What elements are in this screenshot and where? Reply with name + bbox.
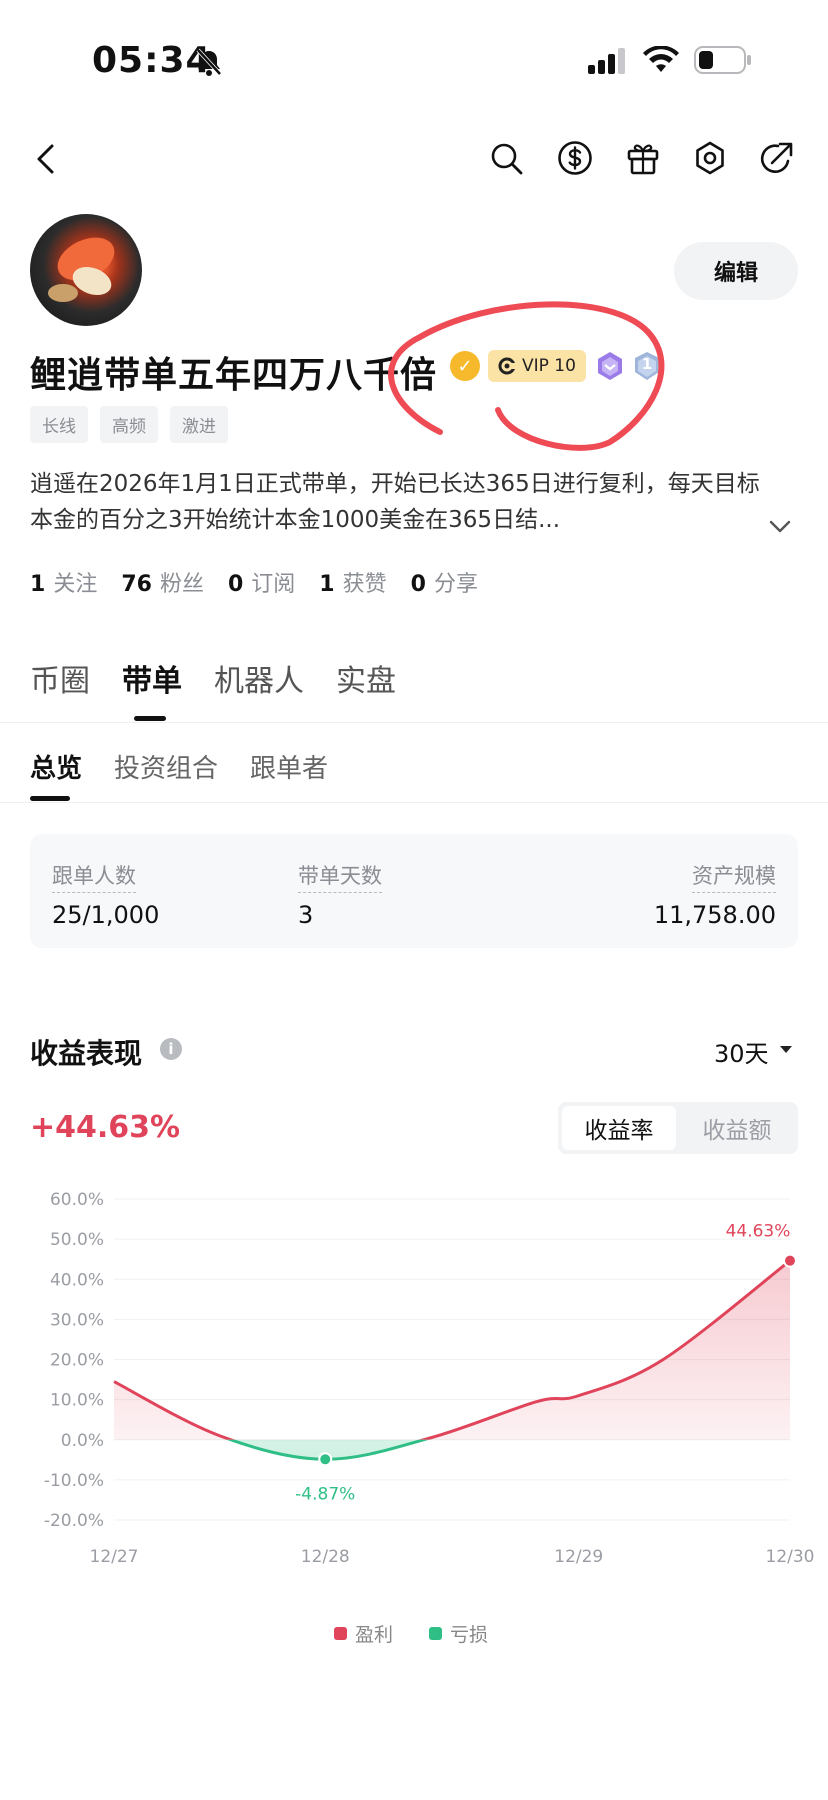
- battery-icon: [694, 46, 752, 74]
- x-tick-label: 12/27: [90, 1547, 139, 1567]
- toggle-return-rate[interactable]: 收益率: [562, 1106, 676, 1150]
- tag: 高频: [100, 406, 158, 443]
- settings-icon[interactable]: [692, 140, 728, 176]
- tab-coin-circle[interactable]: 币圈: [30, 656, 90, 700]
- stat-subscriptions[interactable]: 0 订阅: [228, 566, 295, 598]
- mute-bell-icon: [196, 48, 222, 76]
- y-tick-label: 30.0%: [50, 1310, 104, 1330]
- annotation-scribble: [388, 301, 665, 451]
- y-tick-label: 60.0%: [50, 1190, 104, 1210]
- summary-days: 带单天数 3: [298, 860, 382, 929]
- legend-loss: 亏损: [429, 1620, 488, 1647]
- y-tick-label: 40.0%: [50, 1270, 104, 1290]
- tab-portfolio[interactable]: 投资组合: [114, 748, 218, 785]
- tag: 激进: [170, 406, 228, 443]
- x-tick-label: 12/28: [301, 1547, 350, 1567]
- period-selector[interactable]: 30天: [714, 1034, 769, 1069]
- tab-overview[interactable]: 总览: [30, 748, 82, 785]
- divider: [0, 802, 828, 803]
- edit-profile-button[interactable]: 编辑: [674, 242, 798, 300]
- y-tick-label: 0.0%: [61, 1431, 104, 1451]
- info-icon[interactable]: i: [160, 1038, 182, 1060]
- y-tick-label: 10.0%: [50, 1391, 104, 1411]
- profile-stats: 1 关注 76 粉丝 0 订阅 1 获赞 0 分享: [30, 566, 478, 598]
- legend-swatch: [334, 1627, 347, 1640]
- tab-followers[interactable]: 跟单者: [250, 748, 328, 785]
- x-tick-label: 12/29: [554, 1547, 603, 1567]
- chart-legend: 盈利 亏损: [334, 1620, 488, 1647]
- divider: [0, 722, 828, 723]
- tag-list: 长线 高频 激进: [30, 406, 228, 443]
- stat-likes[interactable]: 1 获赞: [319, 566, 386, 598]
- nickname: 鲤逍带单五年四万八千倍: [30, 355, 438, 396]
- sub-tabs: 总览 投资组合 跟单者: [30, 748, 328, 785]
- performance-chart: 60.0% 50.0% 40.0% 30.0% 20.0% 10.0% 0.0% -10.0%…: [44, 1190, 815, 1567]
- data-label: 44.63%: [726, 1222, 791, 1242]
- y-tick-label: -20.0%: [44, 1511, 104, 1531]
- status-time: 05:34: [92, 40, 212, 81]
- avatar[interactable]: [30, 214, 142, 326]
- caret-down-icon[interactable]: [780, 1046, 792, 1053]
- chevron-down-icon[interactable]: [768, 518, 792, 534]
- data-point: [783, 1253, 797, 1268]
- y-tick-label: -10.0%: [44, 1471, 104, 1491]
- dollar-icon[interactable]: [557, 140, 593, 176]
- share-icon[interactable]: [758, 139, 796, 177]
- y-tick-label: 20.0%: [50, 1351, 104, 1371]
- bio-text: 逍遥在2026年1月1日正式带单，开始已长达365日进行复利，每天目标本金的百分…: [30, 471, 760, 533]
- summary-card: 跟单人数 25/1,000 带单天数 3 资产规模 11,758.00: [30, 834, 798, 948]
- toggle-return-amount[interactable]: 收益额: [680, 1106, 794, 1150]
- legend-profit: 盈利: [334, 1620, 393, 1647]
- metric-toggle: 收益率 收益额: [558, 1102, 798, 1154]
- stat-followers[interactable]: 76 粉丝: [121, 566, 204, 598]
- performance-title: 收益表现: [30, 1037, 143, 1070]
- data-point: [318, 1452, 333, 1467]
- tab-real-trading[interactable]: 实盘: [336, 656, 396, 700]
- gift-icon[interactable]: [625, 140, 661, 176]
- back-icon[interactable]: [34, 143, 56, 175]
- legend-swatch: [429, 1627, 443, 1640]
- tag: 长线: [30, 406, 88, 443]
- summary-aum: 资产规模 11,758.00: [654, 860, 776, 929]
- search-icon[interactable]: [490, 142, 524, 176]
- data-label: -4.87%: [295, 1484, 355, 1504]
- tab-copy-trading[interactable]: 带单: [122, 656, 182, 700]
- main-tabs: 币圈 带单 机器人 实盘: [30, 656, 396, 700]
- active-subtab-indicator: [30, 796, 70, 801]
- signal-icon: [588, 48, 628, 74]
- wifi-icon: [642, 46, 680, 74]
- active-tab-indicator: [134, 716, 166, 721]
- stat-shares[interactable]: 0 分享: [411, 566, 478, 598]
- y-tick-label: 50.0%: [50, 1230, 104, 1250]
- stat-following[interactable]: 1 关注: [30, 566, 97, 598]
- tab-bots[interactable]: 机器人: [214, 656, 304, 700]
- return-value: +44.63%: [30, 1110, 181, 1145]
- summary-copiers: 跟单人数 25/1,000: [52, 860, 159, 929]
- x-tick-label: 12/30: [766, 1547, 815, 1567]
